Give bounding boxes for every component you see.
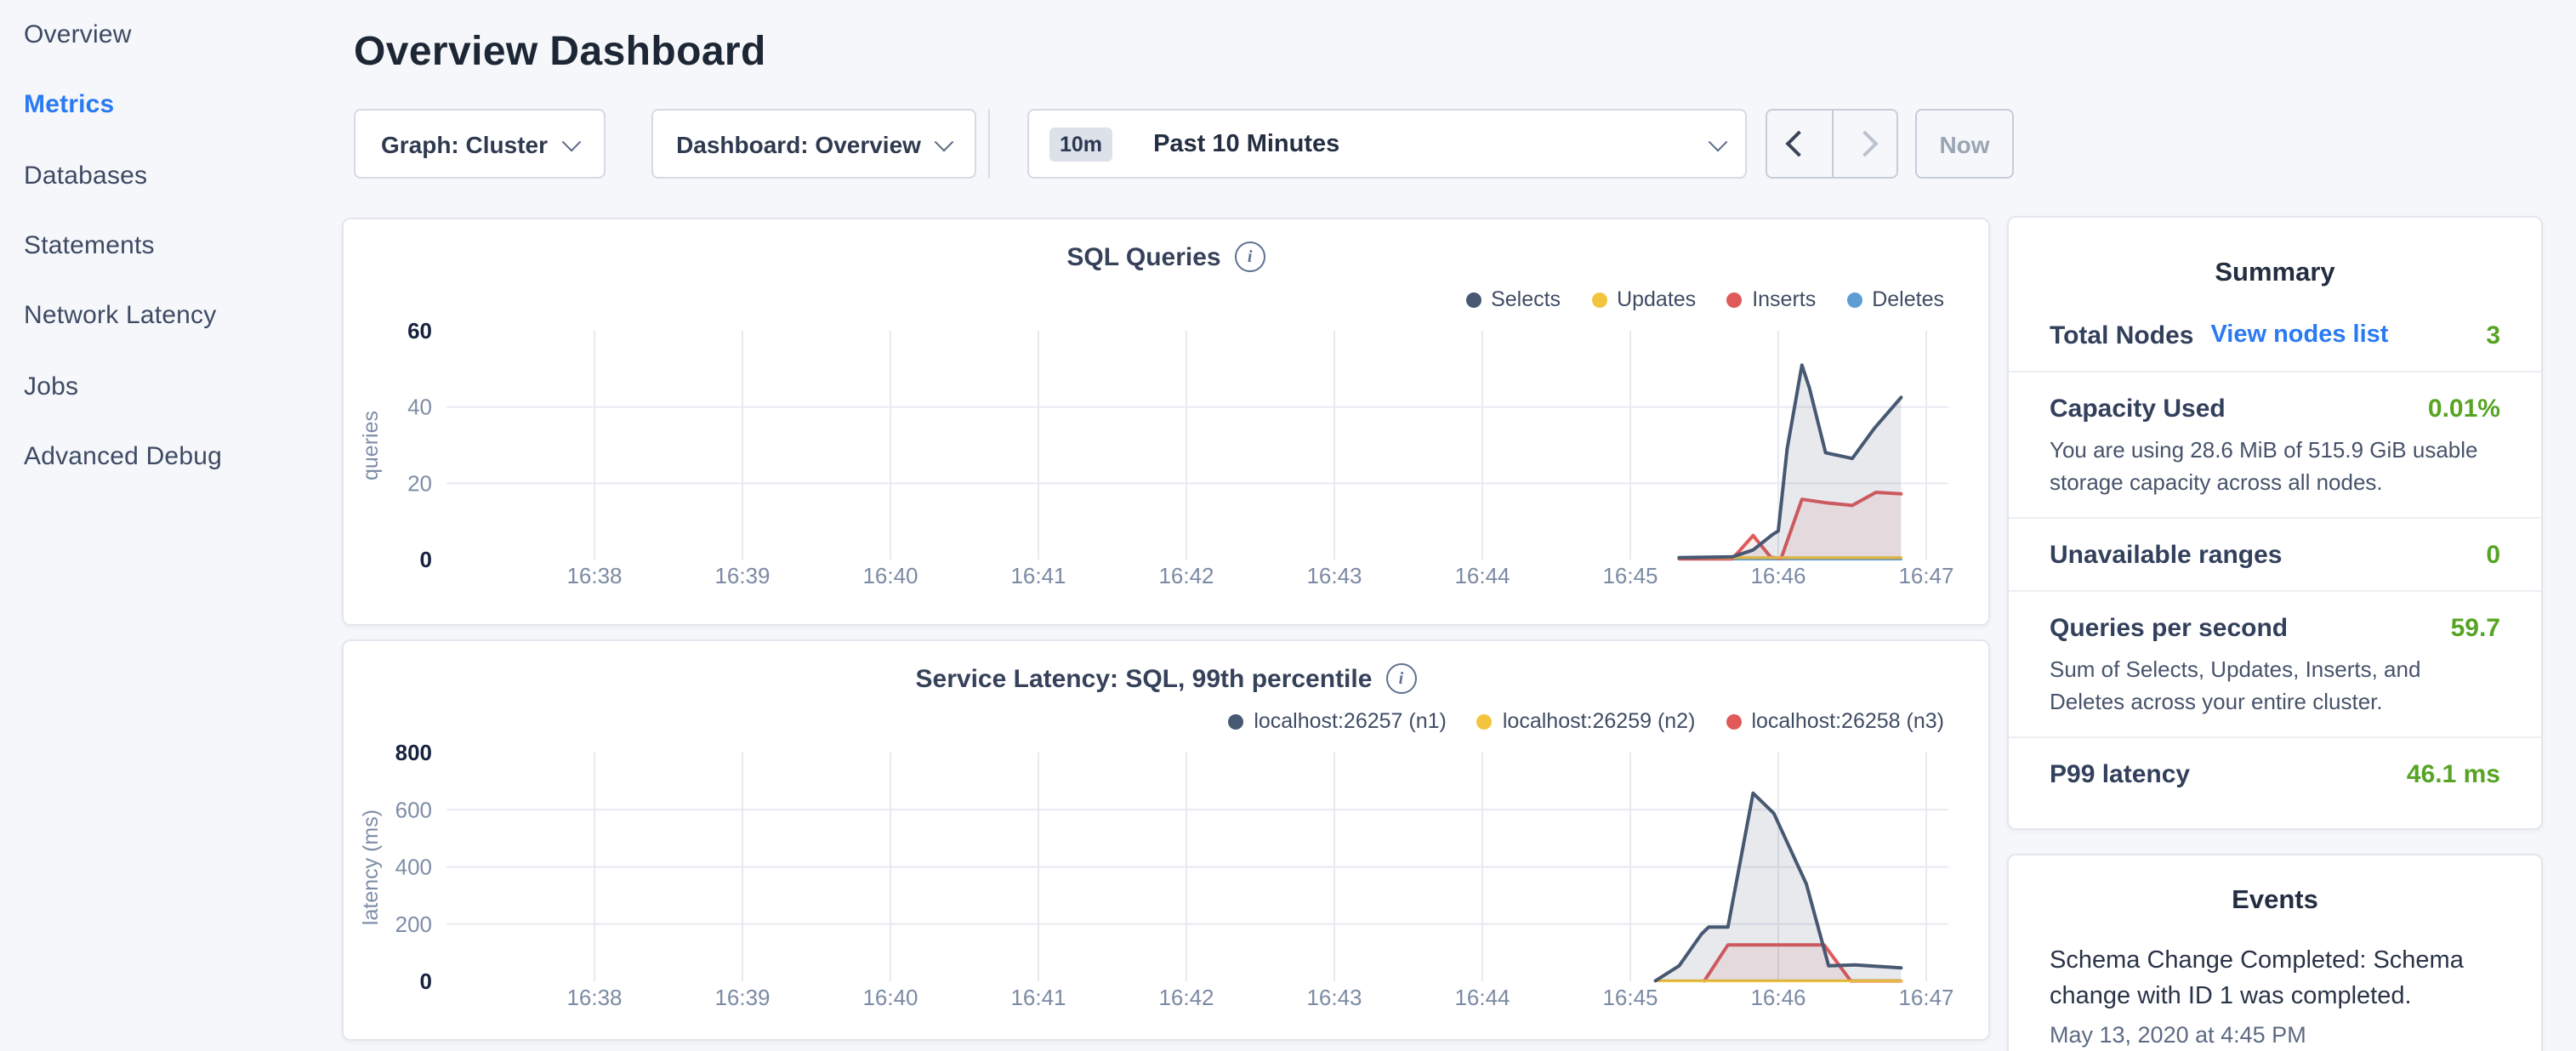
svg-text:0: 0 (420, 547, 432, 572)
svg-text:800: 800 (395, 740, 432, 765)
svg-text:16:45: 16:45 (1602, 985, 1658, 1010)
graph-dropdown[interactable]: Graph: Cluster (354, 109, 606, 179)
summary-row-capacity-used: Capacity Used 0.01% You are using 28.6 MiB… (2009, 371, 2541, 517)
service-latency-chart-card: Service Latency: SQL, 99th percentileilo… (342, 639, 1990, 1041)
page-title: Overview Dashboard (354, 29, 766, 77)
controls-divider (988, 109, 990, 179)
svg-text:60: 60 (407, 318, 432, 344)
svg-text:16:40: 16:40 (862, 563, 918, 588)
event-item: Schema Change Completed: Schema change w… (2009, 917, 2541, 1051)
sidebar-item-jobs[interactable]: Jobs (0, 351, 340, 422)
svg-text:queries: queries (359, 411, 383, 480)
svg-text:0: 0 (420, 969, 432, 994)
events-list: Schema Change Completed: Schema change w… (2009, 917, 2541, 1051)
summary-row-description: You are using 28.6 MiB of 515.9 GiB usab… (2050, 434, 2500, 498)
summary-row: Queries per second 59.7 (2050, 611, 2500, 645)
sidebar-item-databases[interactable]: Databases (0, 140, 340, 211)
summary-row-label: P99 latency (2050, 759, 2190, 788)
sidebar-item-statements[interactable]: Statements (0, 211, 340, 281)
svg-text:16:46: 16:46 (1750, 563, 1805, 588)
svg-text:16:38: 16:38 (566, 563, 622, 588)
event-time: May 13, 2020 at 4:45 PM (2050, 1019, 2500, 1051)
summary-row-description: Sum of Selects, Updates, Inserts, and De… (2050, 653, 2500, 718)
svg-text:16:42: 16:42 (1158, 985, 1214, 1010)
chevron-left-icon (1786, 130, 1812, 156)
next-time-button[interactable] (1832, 111, 1896, 177)
summary-row-label: Unavailable ranges (2050, 540, 2282, 569)
summary-row: Capacity Used 0.01% (2050, 391, 2500, 425)
summary-row-unavailable-ranges: Unavailable ranges 0 (2009, 517, 2541, 590)
prev-time-button[interactable] (1767, 111, 1832, 177)
summary-row: Total Nodes View nodes list 3 (2050, 318, 2500, 352)
chevron-down-icon (935, 132, 955, 151)
summary-row: P99 latency 46.1 ms (2050, 757, 2500, 791)
summary-row-label: Queries per second (2050, 613, 2288, 642)
summary-row-value: 46.1 ms (2407, 759, 2500, 788)
graph-dropdown-label: Graph: Cluster (381, 130, 548, 157)
svg-text:latency (ms): latency (ms) (359, 810, 383, 925)
svg-text:16:39: 16:39 (714, 563, 770, 588)
time-step-group (1766, 109, 1898, 179)
svg-text:16:43: 16:43 (1306, 563, 1362, 588)
dashboard-dropdown[interactable]: Dashboard: Overview (651, 109, 976, 179)
svg-text:16:42: 16:42 (1158, 563, 1214, 588)
sidebar-item-overview[interactable]: Overview (0, 0, 340, 71)
svg-text:16:38: 16:38 (566, 985, 622, 1010)
chevron-down-icon (562, 132, 582, 151)
svg-text:16:44: 16:44 (1454, 985, 1510, 1010)
event-text: Schema Change Completed: Schema change w… (2050, 944, 2500, 1015)
summary-title: Summary (2009, 218, 2541, 289)
svg-text:16:40: 16:40 (862, 985, 918, 1010)
svg-text:16:45: 16:45 (1602, 563, 1658, 588)
sidebar-item-metrics[interactable]: Metrics (0, 71, 340, 141)
dashboard-dropdown-label: Dashboard: Overview (676, 130, 921, 157)
summary-row-value: 59.7 (2451, 613, 2500, 642)
app-root: OverviewMetricsDatabasesStatementsNetwor… (0, 0, 2576, 1051)
summary-panel: Summary Total Nodes View nodes list 3 Capac… (2007, 216, 2543, 830)
chart-plot-svg[interactable]: 0 20 40 60 16:38 16:39 16:40 16:41 16:42 16:43 16:… (344, 219, 1992, 597)
svg-text:16:41: 16:41 (1010, 563, 1066, 588)
time-window-badge: 10m (1049, 127, 1112, 161)
summary-row-queries-per-second: Queries per second 59.7 Sum of Selects, Up… (2009, 590, 2541, 736)
sidebar-item-network-latency[interactable]: Network Latency (0, 281, 340, 351)
view-nodes-link[interactable]: View nodes list (2210, 321, 2388, 349)
summary-row-p99-latency: P99 latency 46.1 ms (2009, 736, 2541, 810)
summary-rows: Total Nodes View nodes list 3 Capacity Used… (2009, 299, 2541, 810)
svg-text:16:44: 16:44 (1454, 563, 1510, 588)
svg-text:200: 200 (395, 912, 432, 937)
sql-queries-chart-card: SQL QueriesiSelectsUpdatesInsertsDeletes… (342, 218, 1990, 626)
chevron-down-icon (1709, 132, 1728, 151)
sidebar-nav: OverviewMetricsDatabasesStatementsNetwor… (0, 0, 340, 491)
summary-row-label: Total Nodes (2050, 321, 2193, 349)
svg-text:16:41: 16:41 (1010, 985, 1066, 1010)
summary-row-total-nodes: Total Nodes View nodes list 3 (2009, 299, 2541, 371)
svg-text:16:39: 16:39 (714, 985, 770, 1010)
events-panel: Events Schema Change Completed: Schema c… (2007, 854, 2543, 1051)
time-window-selector[interactable]: 10m Past 10 Minutes (1027, 109, 1747, 179)
sidebar-item-advanced-debug[interactable]: Advanced Debug (0, 422, 340, 492)
svg-text:400: 400 (395, 855, 432, 880)
time-window-label: Past 10 Minutes (1153, 130, 1339, 157)
svg-text:16:46: 16:46 (1750, 985, 1805, 1010)
svg-text:600: 600 (395, 797, 432, 822)
summary-row-label: Capacity Used (2050, 394, 2226, 423)
svg-text:16:43: 16:43 (1306, 985, 1362, 1010)
events-title: Events (2009, 855, 2541, 917)
svg-text:16:47: 16:47 (1898, 563, 1953, 588)
svg-text:40: 40 (407, 395, 432, 420)
svg-text:16:47: 16:47 (1898, 985, 1953, 1010)
summary-row: Unavailable ranges 0 (2050, 537, 2500, 571)
chart-plot-svg[interactable]: 0 200 400 600 800 16:38 16:39 16:40 16:41 16:42 16… (344, 641, 1992, 1019)
svg-text:20: 20 (407, 470, 432, 496)
summary-row-value: 3 (2486, 321, 2500, 349)
summary-row-value: 0 (2486, 540, 2500, 569)
summary-row-value: 0.01% (2428, 394, 2500, 423)
now-button[interactable]: Now (1915, 109, 2014, 179)
chevron-right-icon (1851, 130, 1878, 156)
